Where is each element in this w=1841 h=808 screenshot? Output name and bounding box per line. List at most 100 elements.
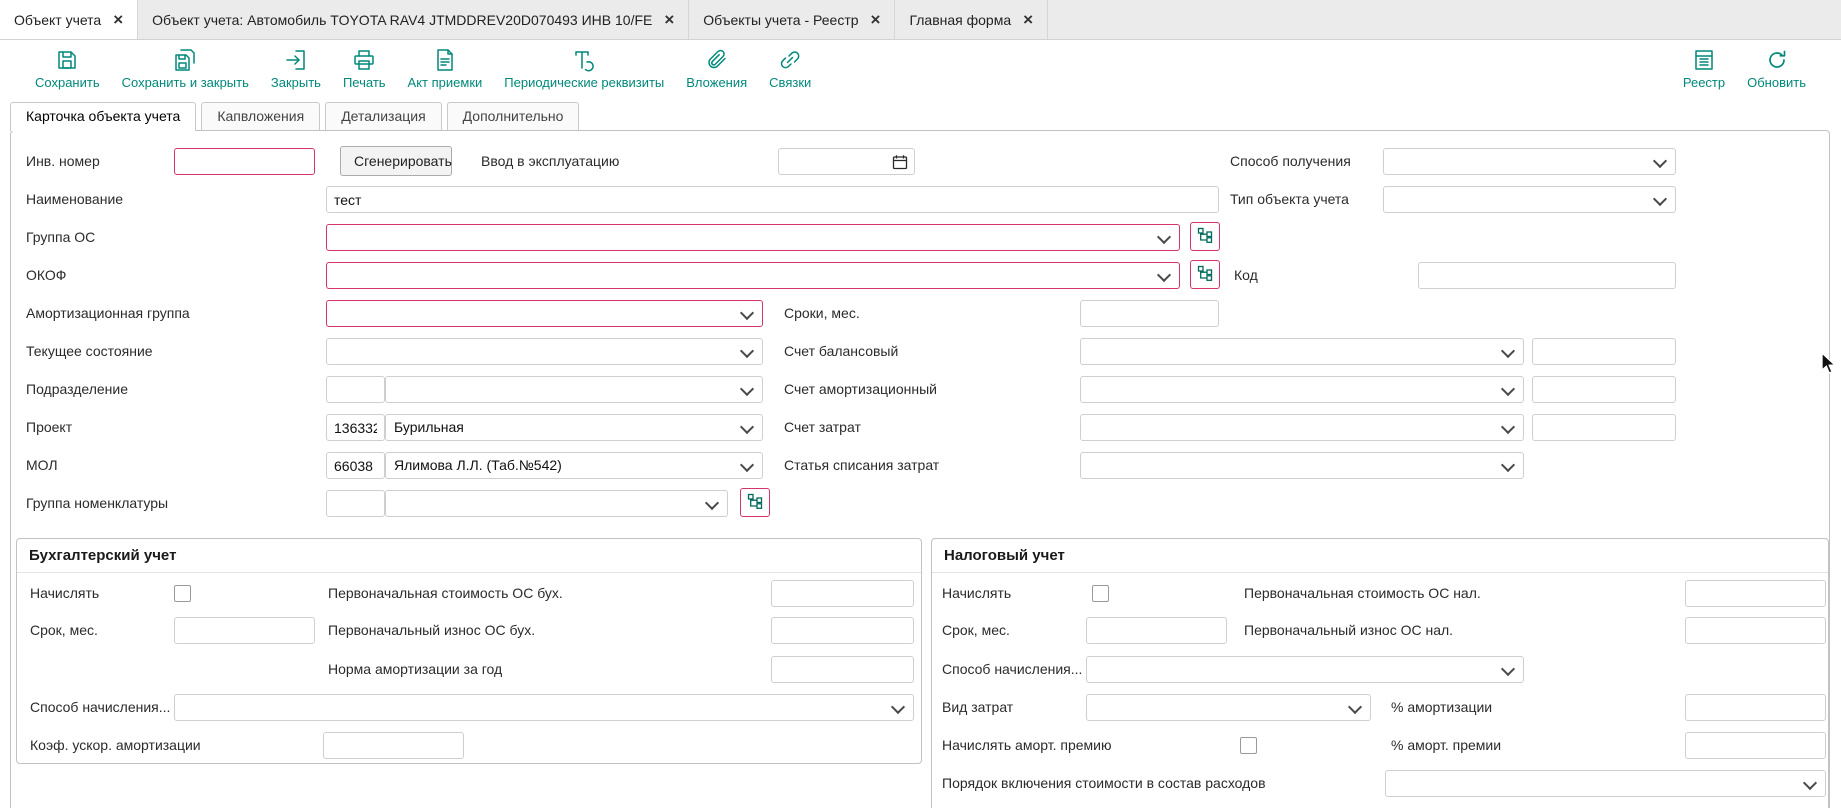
balance-account-code-input[interactable] <box>1532 338 1676 365</box>
close-button[interactable]: Закрыть <box>260 46 332 92</box>
acc-accrue-checkbox[interactable] <box>174 585 191 602</box>
acc-accel-coef-label: Коэф. ускор. амортизации <box>30 732 201 759</box>
tax-inclusion-order-select[interactable] <box>1385 770 1826 797</box>
nomenclature-group-code-input[interactable] <box>326 490 385 517</box>
acc-initial-cost-input[interactable] <box>771 580 914 607</box>
window-tab-registry[interactable]: Объекты учета - Реестр × <box>689 0 895 39</box>
mol-code-input[interactable] <box>326 452 385 479</box>
depreciation-group-select[interactable] <box>326 300 763 327</box>
commissioning-date-input[interactable] <box>778 148 915 175</box>
okof-tree-button[interactable] <box>1190 260 1220 289</box>
refresh-button[interactable]: Обновить <box>1736 46 1817 92</box>
acc-term-input[interactable] <box>174 617 315 644</box>
tab-close-icon[interactable]: × <box>113 11 123 28</box>
chevron-down-icon <box>1501 344 1515 358</box>
chevron-down-icon <box>1501 420 1515 434</box>
tax-panel-title: Налоговый учет <box>932 539 1828 573</box>
tax-term-input[interactable] <box>1086 617 1227 644</box>
project-select[interactable]: Бурильная <box>385 414 763 441</box>
cost-account-code-input[interactable] <box>1532 414 1676 441</box>
nomenclature-group-select[interactable] <box>385 490 728 517</box>
depreciation-account-select[interactable] <box>1080 376 1524 403</box>
save-button[interactable]: Сохранить <box>24 46 111 92</box>
toolbar-button-label: Акт приемки <box>408 75 483 90</box>
window-tab-object[interactable]: Объект учета × <box>0 0 138 39</box>
tab-object-card[interactable]: Карточка объекта учета <box>10 102 196 131</box>
chevron-down-icon <box>1157 230 1171 244</box>
save-icon <box>55 48 79 72</box>
acc-method-select[interactable] <box>174 694 914 721</box>
chevron-down-icon <box>1653 192 1667 206</box>
acc-initial-wear-input[interactable] <box>771 617 914 644</box>
okof-select[interactable] <box>326 262 1180 289</box>
writeoff-item-select[interactable] <box>1080 452 1524 479</box>
select-value: Бурильная <box>394 415 464 440</box>
tax-cost-type-select[interactable] <box>1086 694 1371 721</box>
close-form-icon <box>284 48 308 72</box>
tab-close-icon[interactable]: × <box>871 11 881 28</box>
toolbar-button-label: Связки <box>769 75 811 90</box>
print-icon <box>352 48 376 72</box>
window-tab-main-form[interactable]: Главная форма × <box>895 0 1048 39</box>
tree-icon <box>747 493 763 512</box>
project-label: Проект <box>26 414 72 441</box>
acceptance-act-icon <box>433 48 457 72</box>
inv-number-input[interactable] <box>174 148 315 175</box>
tax-initial-wear-input[interactable] <box>1685 617 1826 644</box>
window-tabbar: Объект учета × Объект учета: Автомобиль … <box>0 0 1841 40</box>
cost-account-select[interactable] <box>1080 414 1524 441</box>
toolbar-button-label: Периодические реквизиты <box>504 75 664 90</box>
depreciation-group-label: Амортизационная группа <box>26 300 190 327</box>
term-months-label: Сроки, мес. <box>784 300 860 327</box>
acc-accel-coef-input[interactable] <box>323 732 464 759</box>
save-and-close-button[interactable]: Сохранить и закрыть <box>111 46 260 92</box>
tax-accrue-premium-checkbox[interactable] <box>1240 737 1257 754</box>
os-group-select[interactable] <box>326 224 1180 251</box>
department-code-input[interactable] <box>326 376 385 403</box>
code-input[interactable] <box>1418 262 1676 289</box>
acceptance-act-button[interactable]: Акт приемки <box>397 46 494 92</box>
registry-button[interactable]: Реестр <box>1672 46 1736 92</box>
tab-close-icon[interactable]: × <box>1023 11 1033 28</box>
tax-accrue-checkbox[interactable] <box>1092 585 1109 602</box>
tax-depreciation-pct-input[interactable] <box>1685 694 1826 721</box>
tab-detailing[interactable]: Детализация <box>325 102 441 130</box>
tab-capital-investments[interactable]: Капвложения <box>201 102 320 130</box>
tax-method-label: Способ начисления... <box>942 656 1082 683</box>
acquisition-method-select[interactable] <box>1383 148 1676 175</box>
name-input[interactable] <box>326 186 1219 213</box>
writeoff-item-label: Статья списания затрат <box>784 452 939 479</box>
print-button[interactable]: Печать <box>332 46 397 92</box>
acc-rate-input[interactable] <box>771 656 914 683</box>
tax-initial-cost-input[interactable] <box>1685 580 1826 607</box>
tab-close-icon[interactable]: × <box>664 11 674 28</box>
tab-additional[interactable]: Дополнительно <box>447 102 580 130</box>
project-code-input[interactable] <box>326 414 385 441</box>
chevron-down-icon <box>740 382 754 396</box>
window-tab-object-toyota[interactable]: Объект учета: Автомобиль TOYOTA RAV4 JTM… <box>138 0 689 39</box>
term-months-input[interactable] <box>1080 300 1219 327</box>
depreciation-account-code-input[interactable] <box>1532 376 1676 403</box>
generate-button[interactable]: Сгенерировать <box>340 146 452 176</box>
periodic-requisites-button[interactable]: Периодические реквизиты <box>493 46 675 92</box>
balance-account-select[interactable] <box>1080 338 1524 365</box>
tax-method-select[interactable] <box>1086 656 1524 683</box>
attachments-button[interactable]: Вложения <box>675 46 758 92</box>
department-select[interactable] <box>385 376 763 403</box>
toolbar-button-label: Печать <box>343 75 386 90</box>
registry-icon <box>1692 48 1716 72</box>
chevron-down-icon <box>740 420 754 434</box>
chevron-down-icon <box>1501 662 1515 676</box>
mol-select[interactable]: Ялимова Л.Л. (Таб.№542) <box>385 452 763 479</box>
object-type-select[interactable] <box>1383 186 1676 213</box>
chevron-down-icon <box>891 700 905 714</box>
current-state-select[interactable] <box>326 338 763 365</box>
nomenclature-group-tree-button[interactable] <box>740 488 770 517</box>
tax-depreciation-pct-label: % амортизации <box>1391 694 1492 721</box>
department-label: Подразделение <box>26 376 128 403</box>
os-group-tree-button[interactable] <box>1190 222 1220 251</box>
chevron-down-icon <box>1348 700 1362 714</box>
tax-premium-pct-input[interactable] <box>1685 732 1826 759</box>
accounting-panel-title: Бухгалтерский учет <box>17 539 921 573</box>
links-button[interactable]: Связки <box>758 46 822 92</box>
